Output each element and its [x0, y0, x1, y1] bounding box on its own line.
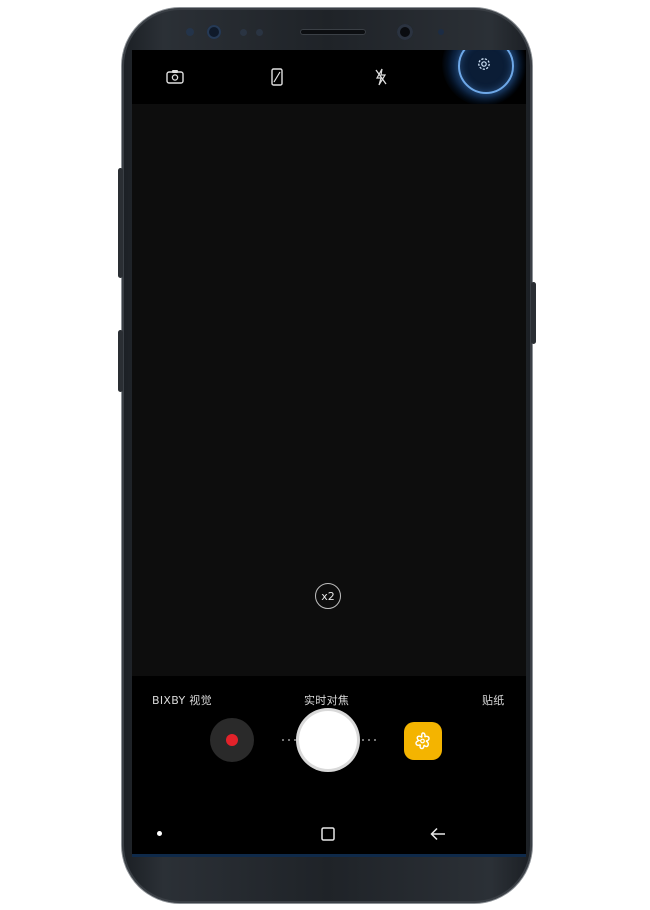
- back-arrow-icon[interactable]: [428, 824, 448, 844]
- swipe-indicator-right: [362, 739, 376, 741]
- sensor-dot: [240, 29, 247, 36]
- bixby-button: [118, 330, 123, 392]
- earpiece-speaker: [300, 29, 366, 35]
- iris-scanner: [207, 25, 221, 39]
- sensor-dot: [438, 29, 444, 35]
- record-video-button[interactable]: [210, 718, 254, 762]
- flower-sticker-icon: [415, 732, 430, 750]
- mode-bixby-vision[interactable]: BIXBY 视觉: [152, 692, 212, 708]
- switch-camera-icon[interactable]: [164, 66, 186, 88]
- navigation-bar: [132, 812, 526, 856]
- camera-top-bar: [132, 50, 526, 106]
- settings-button[interactable]: [458, 50, 514, 94]
- front-camera: [397, 24, 413, 40]
- mode-stickers[interactable]: 贴纸: [482, 692, 505, 708]
- stickers-button[interactable]: [404, 722, 442, 760]
- home-square-icon[interactable]: [318, 824, 338, 844]
- sensor-dot: [186, 28, 194, 36]
- record-dot-icon: [226, 734, 238, 746]
- swipe-indicator-left: [282, 739, 296, 741]
- mode-live-focus[interactable]: 实时对焦: [304, 692, 349, 708]
- volume-button: [118, 168, 123, 278]
- camera-screen: x2 BIXBY 视觉 实时对焦 贴纸: [132, 50, 526, 856]
- power-button: [531, 282, 536, 344]
- screen-edge-glow: [132, 854, 526, 857]
- recent-dot-icon[interactable]: [154, 828, 164, 838]
- shutter-button[interactable]: [299, 711, 357, 769]
- aspect-ratio-icon[interactable]: [266, 65, 288, 89]
- sensor-dot: [256, 29, 263, 36]
- flash-off-icon[interactable]: [370, 65, 392, 89]
- zoom-toggle[interactable]: x2: [315, 583, 341, 609]
- settings-icon: [460, 50, 508, 88]
